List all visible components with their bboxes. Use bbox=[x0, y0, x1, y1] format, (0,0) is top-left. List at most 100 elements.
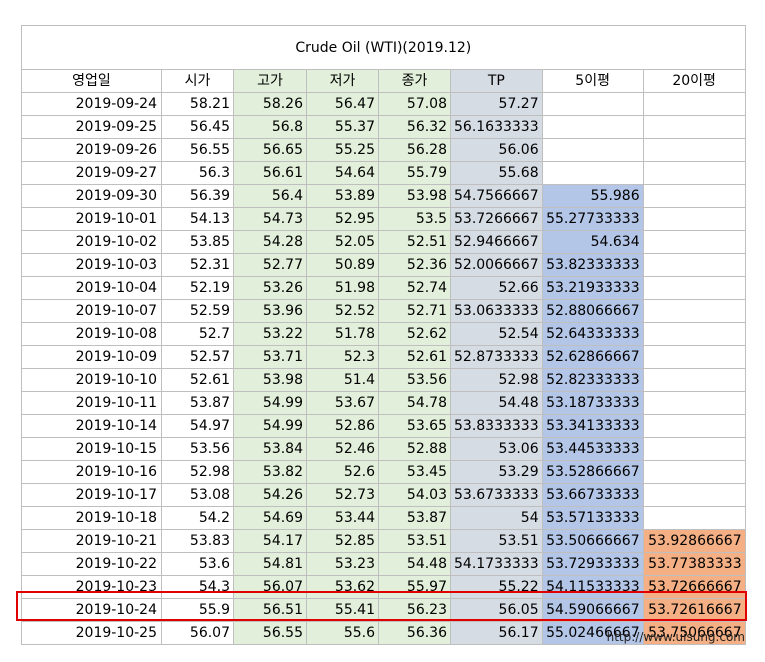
cell-ma5[interactable]: 52.88066667 bbox=[541, 299, 644, 323]
cell-close[interactable]: 52.74 bbox=[378, 276, 451, 300]
cell-ma20[interactable]: 53.72666667 bbox=[642, 575, 746, 599]
cell-high[interactable]: 54.73 bbox=[233, 207, 307, 231]
cell-ma5[interactable]: 53.34133333 bbox=[541, 414, 644, 438]
cell-close[interactable]: 56.36 bbox=[378, 621, 451, 645]
cell-tp[interactable]: 53.29 bbox=[450, 460, 543, 484]
cell-low[interactable]: 55.41 bbox=[306, 598, 379, 622]
header-ma5[interactable]: 5이평 bbox=[541, 69, 644, 93]
cell-open[interactable]: 56.07 bbox=[161, 621, 234, 645]
cell-low[interactable]: 52.46 bbox=[306, 437, 379, 461]
cell-date[interactable]: 2019-10-21 bbox=[21, 529, 162, 553]
cell-tp[interactable]: 52.54 bbox=[450, 322, 543, 346]
cell-open[interactable]: 54.2 bbox=[161, 506, 234, 530]
cell-date[interactable]: 2019-10-10 bbox=[21, 368, 162, 392]
cell-date[interactable]: 2019-10-23 bbox=[21, 575, 162, 599]
cell-ma20[interactable] bbox=[642, 253, 746, 277]
cell-ma20[interactable] bbox=[642, 92, 746, 116]
cell-tp[interactable]: 53.6733333 bbox=[450, 483, 543, 507]
cell-date[interactable]: 2019-10-09 bbox=[21, 345, 162, 369]
sheet-title[interactable]: Crude Oil (WTI)(2019.12) bbox=[21, 25, 746, 70]
cell-open[interactable]: 53.87 bbox=[161, 391, 234, 415]
cell-low[interactable]: 53.67 bbox=[306, 391, 379, 415]
cell-high[interactable]: 56.8 bbox=[233, 115, 307, 139]
cell-open[interactable]: 54.3 bbox=[161, 575, 234, 599]
cell-high[interactable]: 53.98 bbox=[233, 368, 307, 392]
header-high[interactable]: 고가 bbox=[233, 69, 307, 93]
cell-open[interactable]: 53.6 bbox=[161, 552, 234, 576]
cell-high[interactable]: 54.26 bbox=[233, 483, 307, 507]
cell-open[interactable]: 52.98 bbox=[161, 460, 234, 484]
cell-ma20[interactable] bbox=[642, 322, 746, 346]
cell-close[interactable]: 52.61 bbox=[378, 345, 451, 369]
cell-tp[interactable]: 56.1633333 bbox=[450, 115, 543, 139]
cell-tp[interactable]: 53.7266667 bbox=[450, 207, 543, 231]
cell-ma5[interactable]: 53.82333333 bbox=[541, 253, 644, 277]
cell-close[interactable]: 52.88 bbox=[378, 437, 451, 461]
cell-tp[interactable]: 55.22 bbox=[450, 575, 543, 599]
cell-low[interactable]: 55.37 bbox=[306, 115, 379, 139]
cell-open[interactable]: 56.3 bbox=[161, 161, 234, 185]
cell-date[interactable]: 2019-10-14 bbox=[21, 414, 162, 438]
cell-low[interactable]: 52.73 bbox=[306, 483, 379, 507]
cell-low[interactable]: 55.25 bbox=[306, 138, 379, 162]
cell-tp[interactable]: 53.06 bbox=[450, 437, 543, 461]
cell-open[interactable]: 58.21 bbox=[161, 92, 234, 116]
cell-high[interactable]: 56.51 bbox=[233, 598, 307, 622]
cell-ma20[interactable] bbox=[642, 161, 746, 185]
cell-ma20[interactable] bbox=[642, 184, 746, 208]
cell-open[interactable]: 55.9 bbox=[161, 598, 234, 622]
cell-high[interactable]: 54.28 bbox=[233, 230, 307, 254]
cell-date[interactable]: 2019-10-24 bbox=[21, 598, 162, 622]
cell-date[interactable]: 2019-10-16 bbox=[21, 460, 162, 484]
cell-ma20[interactable] bbox=[642, 460, 746, 484]
cell-close[interactable]: 52.36 bbox=[378, 253, 451, 277]
cell-ma20[interactable] bbox=[642, 230, 746, 254]
cell-ma5[interactable]: 53.66733333 bbox=[541, 483, 644, 507]
cell-date[interactable]: 2019-10-08 bbox=[21, 322, 162, 346]
cell-open[interactable]: 52.57 bbox=[161, 345, 234, 369]
cell-date[interactable]: 2019-10-04 bbox=[21, 276, 162, 300]
cell-date[interactable]: 2019-10-03 bbox=[21, 253, 162, 277]
cell-high[interactable]: 53.82 bbox=[233, 460, 307, 484]
cell-low[interactable]: 52.52 bbox=[306, 299, 379, 323]
cell-high[interactable]: 56.55 bbox=[233, 621, 307, 645]
cell-ma5[interactable]: 53.57133333 bbox=[541, 506, 644, 530]
cell-high[interactable]: 56.07 bbox=[233, 575, 307, 599]
cell-low[interactable]: 56.47 bbox=[306, 92, 379, 116]
cell-close[interactable]: 53.65 bbox=[378, 414, 451, 438]
header-close[interactable]: 종가 bbox=[378, 69, 451, 93]
cell-ma5[interactable] bbox=[541, 161, 644, 185]
cell-ma20[interactable] bbox=[642, 483, 746, 507]
cell-open[interactable]: 54.13 bbox=[161, 207, 234, 231]
cell-close[interactable]: 54.78 bbox=[378, 391, 451, 415]
cell-high[interactable]: 54.17 bbox=[233, 529, 307, 553]
cell-ma20[interactable] bbox=[642, 299, 746, 323]
header-open[interactable]: 시가 bbox=[161, 69, 234, 93]
cell-tp[interactable]: 52.9466667 bbox=[450, 230, 543, 254]
cell-date[interactable]: 2019-10-11 bbox=[21, 391, 162, 415]
cell-high[interactable]: 53.71 bbox=[233, 345, 307, 369]
cell-ma5[interactable]: 52.82333333 bbox=[541, 368, 644, 392]
cell-high[interactable]: 53.22 bbox=[233, 322, 307, 346]
cell-close[interactable]: 56.23 bbox=[378, 598, 451, 622]
cell-ma20[interactable] bbox=[642, 391, 746, 415]
cell-open[interactable]: 52.7 bbox=[161, 322, 234, 346]
cell-tp[interactable]: 54.1733333 bbox=[450, 552, 543, 576]
cell-ma20[interactable] bbox=[642, 345, 746, 369]
cell-close[interactable]: 56.28 bbox=[378, 138, 451, 162]
cell-ma5[interactable] bbox=[541, 92, 644, 116]
header-low[interactable]: 저가 bbox=[306, 69, 379, 93]
cell-tp[interactable]: 55.68 bbox=[450, 161, 543, 185]
cell-low[interactable]: 52.86 bbox=[306, 414, 379, 438]
cell-ma5[interactable]: 53.21933333 bbox=[541, 276, 644, 300]
cell-ma5[interactable]: 52.64333333 bbox=[541, 322, 644, 346]
cell-ma5[interactable] bbox=[541, 115, 644, 139]
cell-ma20[interactable] bbox=[642, 414, 746, 438]
cell-tp[interactable]: 53.51 bbox=[450, 529, 543, 553]
cell-low[interactable]: 53.89 bbox=[306, 184, 379, 208]
cell-tp[interactable]: 52.8733333 bbox=[450, 345, 543, 369]
cell-open[interactable]: 52.31 bbox=[161, 253, 234, 277]
cell-close[interactable]: 52.62 bbox=[378, 322, 451, 346]
cell-date[interactable]: 2019-09-24 bbox=[21, 92, 162, 116]
cell-open[interactable]: 53.83 bbox=[161, 529, 234, 553]
